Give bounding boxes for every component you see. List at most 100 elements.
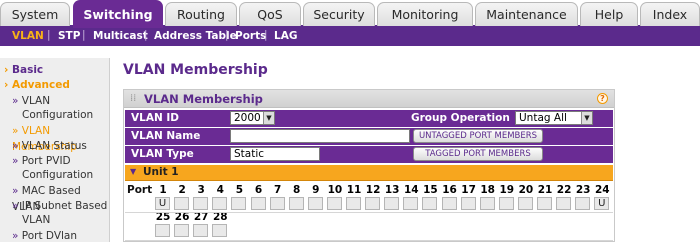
subnav-multicast[interactable]: Multicast bbox=[93, 30, 148, 42]
vlan-id-label: VLAN ID bbox=[131, 112, 180, 124]
port-membership-cell[interactable] bbox=[517, 197, 533, 210]
port-membership-cell[interactable] bbox=[575, 197, 591, 210]
port-number: 21 bbox=[537, 184, 553, 196]
sidebar-advanced[interactable]: › Advanced bbox=[4, 79, 70, 91]
port-number: 13 bbox=[384, 184, 400, 196]
port-number: 23 bbox=[575, 184, 591, 196]
subnav-lag[interactable]: LAG bbox=[274, 30, 297, 42]
port-membership-cell[interactable] bbox=[403, 197, 419, 210]
port-number: 5 bbox=[235, 184, 244, 196]
port-membership-cell[interactable] bbox=[556, 197, 572, 210]
port-membership-cell[interactable] bbox=[384, 197, 400, 210]
tagged-port-members-button[interactable]: TAGGED PORT MEMBERS bbox=[413, 147, 543, 161]
tab-monitoring[interactable]: Monitoring bbox=[377, 2, 473, 26]
sub-navigation: VLAN | STP | Multicast | Address Table |… bbox=[0, 28, 700, 46]
drag-grip-icon: ⁞⁞ bbox=[130, 93, 137, 104]
port-label: Port bbox=[127, 184, 153, 196]
port-membership-cell[interactable] bbox=[193, 197, 209, 210]
port-number: 12 bbox=[365, 184, 381, 196]
sidebar-item-label: IP Subnet Based bbox=[21, 200, 108, 212]
chevron-right-icon: › bbox=[4, 64, 9, 76]
group-operation-value: Untag All bbox=[519, 112, 567, 124]
vlan-name-row: VLAN Name UNTAGGED PORT MEMBERS bbox=[125, 128, 613, 145]
sidebar-item-label: VLAN bbox=[21, 95, 51, 107]
port-membership-cell[interactable] bbox=[269, 197, 285, 210]
bullet-icon: » bbox=[12, 95, 19, 107]
port-membership-cell[interactable] bbox=[365, 197, 381, 210]
port-membership-cell[interactable] bbox=[307, 197, 323, 210]
tab-routing[interactable]: Routing bbox=[165, 2, 237, 26]
port-membership-cell[interactable] bbox=[288, 197, 304, 210]
port-membership-cell[interactable] bbox=[441, 197, 457, 210]
port-number: 3 bbox=[197, 184, 205, 196]
port-membership-cell[interactable] bbox=[422, 197, 438, 210]
tab-qos[interactable]: QoS bbox=[239, 2, 301, 26]
subnav-separator: | bbox=[47, 29, 51, 41]
untagged-port-members-button[interactable]: UNTAGGED PORT MEMBERS bbox=[413, 129, 543, 143]
chevron-down-icon: › bbox=[4, 79, 9, 91]
vlan-id-select[interactable]: 2000 ▼ bbox=[230, 111, 275, 125]
port-number: 4 bbox=[216, 184, 224, 196]
subnav-vlan[interactable]: VLAN bbox=[12, 30, 44, 42]
row-divider bbox=[125, 240, 613, 241]
tab-index[interactable]: Index bbox=[640, 2, 700, 26]
sidebar-basic-label: Basic bbox=[11, 64, 44, 76]
port-number: 8 bbox=[293, 184, 301, 196]
sidebar-item-label-cont[interactable]: Configuration bbox=[22, 109, 93, 121]
port-membership-cell[interactable] bbox=[346, 197, 361, 210]
port-membership-cell[interactable] bbox=[231, 197, 247, 210]
sidebar-basic[interactable]: › Basic bbox=[4, 64, 43, 76]
subnav-ports[interactable]: Ports bbox=[235, 30, 266, 42]
port-membership-cell[interactable] bbox=[155, 224, 170, 237]
bullet-icon: » bbox=[12, 140, 19, 152]
port-membership-cell[interactable] bbox=[212, 197, 228, 210]
vlan-type-label: VLAN Type bbox=[131, 148, 194, 160]
sidebar-item-vlan-configuration[interactable]: » VLAN bbox=[12, 94, 110, 110]
vlan-type-field: Static bbox=[230, 147, 320, 161]
unit-label: Unit 1 bbox=[143, 166, 179, 178]
subnav-separator: | bbox=[144, 29, 148, 41]
bullet-icon: » bbox=[12, 125, 19, 137]
unit-bar[interactable]: ▼ Unit 1 bbox=[125, 165, 613, 181]
port-membership-cell[interactable]: U bbox=[155, 197, 170, 210]
port-membership-cell[interactable] bbox=[479, 197, 495, 210]
group-operation-select[interactable]: Untag All ▼ bbox=[515, 111, 593, 125]
panel-header: ⁞⁞ VLAN Membership ? bbox=[124, 90, 614, 108]
sidebar-item-port-pvid[interactable]: » Port PVID bbox=[12, 154, 110, 170]
port-membership-cell[interactable] bbox=[460, 197, 476, 210]
help-icon[interactable]: ? bbox=[597, 93, 608, 104]
port-membership-cell[interactable] bbox=[537, 197, 552, 210]
port-number: 2 bbox=[178, 184, 186, 196]
port-membership-cell[interactable] bbox=[212, 224, 228, 237]
port-membership-cell[interactable]: U bbox=[594, 197, 610, 210]
port-membership-cell[interactable] bbox=[498, 197, 514, 210]
port-membership-cell[interactable] bbox=[174, 197, 190, 210]
tab-system[interactable]: System bbox=[0, 2, 70, 26]
sidebar-item-ip-subnet-vlan[interactable]: » IP Subnet Based bbox=[12, 199, 110, 215]
sidebar-item-vlan-status[interactable]: » VLAN Status bbox=[12, 139, 110, 155]
tab-security[interactable]: Security bbox=[303, 2, 375, 26]
port-number: 6 bbox=[254, 184, 263, 196]
sidebar-item-label: Port PVID bbox=[21, 155, 71, 167]
sidebar-item-port-dvlan[interactable]: » Port DVlan bbox=[12, 229, 110, 245]
port-number: 9 bbox=[312, 184, 320, 196]
tab-help[interactable]: Help bbox=[580, 2, 638, 26]
port-number: 1 bbox=[159, 184, 167, 196]
group-operation-label: Group Operation bbox=[411, 112, 510, 124]
bullet-icon: » bbox=[12, 200, 19, 212]
subnav-stp[interactable]: STP bbox=[58, 30, 80, 42]
port-membership-cell[interactable] bbox=[193, 224, 209, 237]
dropdown-arrow-icon: ▼ bbox=[581, 112, 592, 124]
subnav-separator: | bbox=[264, 29, 268, 41]
collapse-triangle-icon: ▼ bbox=[130, 167, 137, 176]
tab-switching[interactable]: Switching bbox=[73, 0, 163, 28]
port-membership-cell[interactable] bbox=[174, 224, 190, 237]
sidebar-item-label-cont[interactable]: VLAN bbox=[22, 214, 50, 226]
vlan-name-input[interactable] bbox=[230, 129, 410, 143]
tab-maintenance[interactable]: Maintenance bbox=[475, 2, 578, 26]
sidebar-item-label-cont[interactable]: Configuration bbox=[22, 169, 93, 181]
page-title: VLAN Membership bbox=[123, 62, 268, 78]
port-membership-cell[interactable] bbox=[250, 197, 266, 210]
port-number: 24 bbox=[594, 184, 610, 196]
port-membership-cell[interactable] bbox=[326, 197, 342, 210]
